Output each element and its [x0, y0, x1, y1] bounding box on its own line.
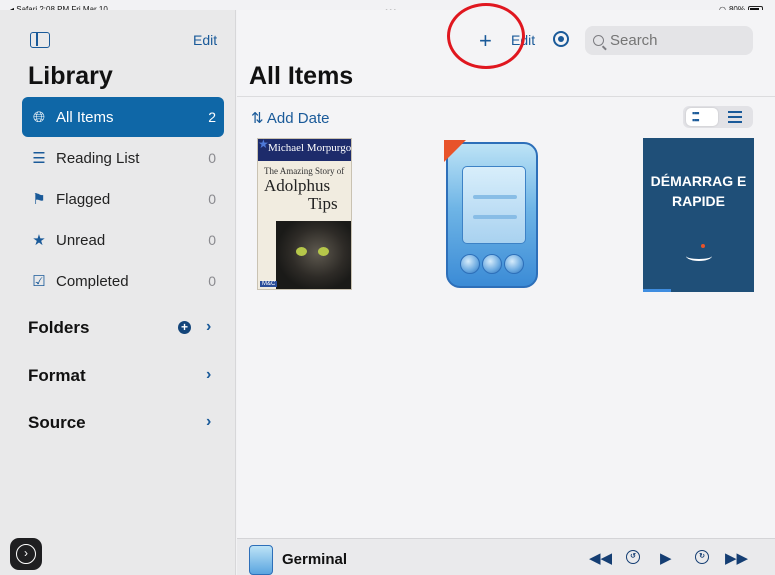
- reader-button: [504, 254, 524, 274]
- add-button[interactable]: +: [479, 28, 492, 54]
- sidebar-item-count: 0: [208, 273, 216, 289]
- now-playing-thumbnail: [249, 545, 273, 575]
- screen-line: [473, 195, 517, 199]
- add-folder-icon[interactable]: +: [178, 321, 191, 334]
- sidebar-item-count: 2: [208, 109, 216, 125]
- search-input[interactable]: [610, 32, 750, 49]
- chevron-right-icon[interactable]: ›: [206, 413, 211, 431]
- sidebar-item-count: 0: [208, 232, 216, 248]
- sidebar-item-count: 0: [208, 150, 216, 166]
- search-icon: [593, 35, 604, 46]
- sort-button[interactable]: ⇅ Add Date: [251, 109, 329, 127]
- sidebar-section-source[interactable]: Source: [28, 413, 86, 433]
- checkbox-icon: ☑: [32, 273, 46, 290]
- globe-icon: 🌐︎: [32, 108, 45, 126]
- sidebar-edit-button[interactable]: Edit: [193, 32, 217, 48]
- cat-eye: [318, 247, 329, 256]
- book-title-2: Tips: [308, 194, 338, 213]
- sidebar-item-label: Unread: [56, 231, 106, 249]
- list-view-icon[interactable]: [728, 111, 742, 123]
- sidebar: Edit Library 🌐︎ All Items 2 ☰ Reading Li…: [0, 10, 236, 575]
- cat-illustration: [276, 221, 351, 289]
- divider: [237, 96, 775, 97]
- logo-dot: [701, 244, 705, 248]
- sidebar-section-format[interactable]: Format: [28, 366, 86, 386]
- new-item-corner: [444, 140, 466, 162]
- chevron-right-icon[interactable]: ›: [206, 366, 211, 384]
- star-icon: ★: [32, 232, 46, 249]
- view-toggle: [683, 106, 753, 128]
- cat-eye: [296, 247, 307, 256]
- sidebar-item-flagged[interactable]: ⚑ Flagged 0: [22, 179, 224, 219]
- star-icon: ★: [258, 138, 269, 151]
- reader-button: [482, 254, 502, 274]
- book-cover-placeholder[interactable]: [444, 140, 540, 290]
- skip-forward-icon[interactable]: ↻: [695, 550, 709, 564]
- now-playing-title: Germinal: [282, 551, 348, 568]
- page-title: All Items: [249, 62, 354, 90]
- grid-view-icon[interactable]: [686, 108, 718, 126]
- sidebar-section-folders[interactable]: Folders: [28, 318, 89, 338]
- sidebar-item-completed[interactable]: ☑ Completed 0: [22, 261, 224, 301]
- sidebar-item-label: Reading List: [56, 149, 140, 167]
- book-cover-demarrage-rapide[interactable]: DÉMARRAG E RAPIDE: [643, 138, 754, 292]
- skip-back-icon[interactable]: ↺: [626, 550, 640, 564]
- sidebar-item-label: Flagged: [56, 190, 111, 208]
- ebook-reader-icon: [446, 142, 538, 288]
- sidebar-item-unread[interactable]: ★ Unread 0: [22, 220, 224, 260]
- sidebar-item-reading-list[interactable]: ☰ Reading List 0: [22, 138, 224, 178]
- book-title: DÉMARRAG E RAPIDE: [650, 173, 747, 209]
- sidebar-item-label: Completed: [56, 272, 129, 290]
- rewind-icon[interactable]: ◀◀: [589, 549, 612, 567]
- progress-bar: [643, 289, 671, 292]
- book-title: Adolphus: [264, 176, 331, 195]
- book-subtitle: The Amazing Story of: [264, 166, 345, 176]
- ebook-screen: [462, 166, 526, 244]
- reader-button: [460, 254, 480, 274]
- chevron-right-circle-icon: ›: [16, 544, 36, 564]
- screen-line: [473, 215, 517, 219]
- sidebar-title: Library: [28, 62, 113, 90]
- publisher-logo: [686, 251, 712, 261]
- now-playing-bar[interactable]: Germinal ◀◀ ↺ ▶ ↻ ▶▶: [237, 538, 775, 575]
- edit-button[interactable]: Edit: [511, 32, 535, 48]
- search-field[interactable]: [585, 26, 753, 55]
- list-icon: ☰: [32, 150, 46, 167]
- book-author: Michael Morpurgo: [258, 139, 351, 161]
- fast-forward-icon[interactable]: ▶▶: [725, 549, 748, 567]
- main-panel: + Edit All Items ⇅ Add Date Michael Morp…: [237, 3, 775, 575]
- play-icon[interactable]: ▶: [660, 549, 672, 567]
- chevron-right-icon[interactable]: ›: [206, 318, 211, 336]
- sidebar-item-count: 0: [208, 191, 216, 207]
- publisher-logo: M&C: [260, 281, 278, 287]
- sidebar-item-all-items[interactable]: 🌐︎ All Items 2: [22, 97, 224, 137]
- settings-icon[interactable]: [553, 31, 569, 47]
- expand-button[interactable]: ›: [10, 538, 42, 570]
- sidebar-toggle-icon[interactable]: [30, 32, 50, 48]
- flag-icon: ⚑: [32, 191, 46, 208]
- book-cover-adolphus-tips[interactable]: Michael Morpurgo ★ The Amazing Story of …: [257, 138, 352, 290]
- sidebar-item-label: All Items: [56, 108, 114, 126]
